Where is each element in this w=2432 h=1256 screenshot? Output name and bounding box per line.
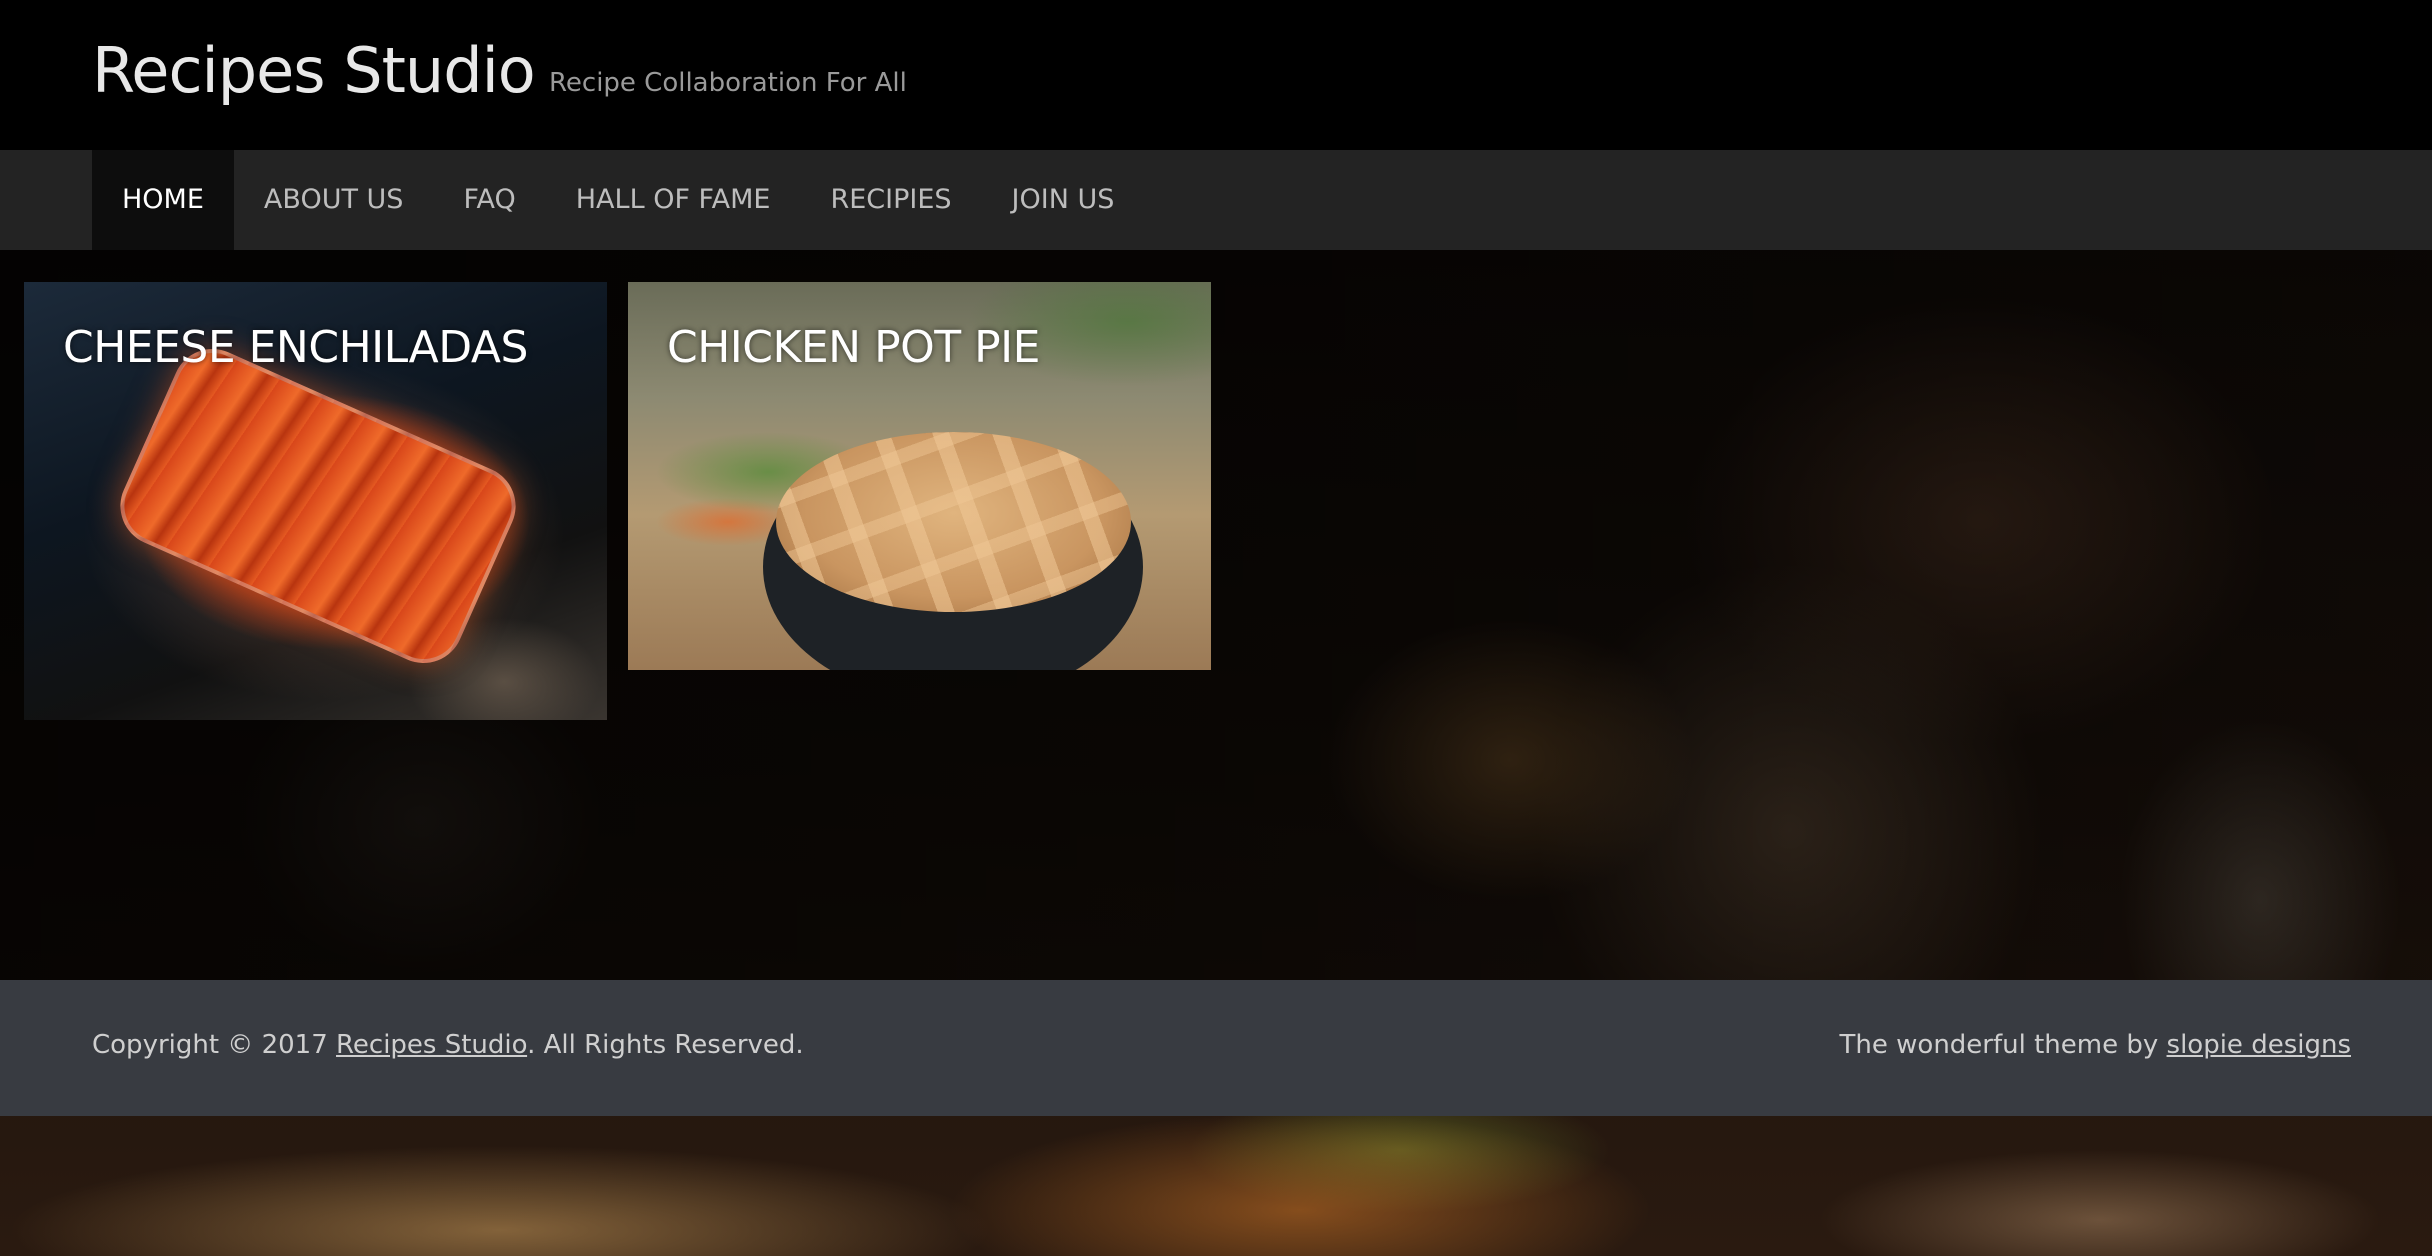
- nav-item-join-us[interactable]: JOIN US: [982, 150, 1145, 250]
- recipe-card-cheese-enchiladas[interactable]: CHEESE ENCHILADAS: [24, 282, 607, 720]
- nav-item-hall-of-fame[interactable]: HALL OF FAME: [546, 150, 801, 250]
- copyright-suffix: . All Rights Reserved.: [527, 1030, 804, 1060]
- footer-copyright: Copyright © 2017 Recipes Studio. All Rig…: [92, 1030, 804, 1060]
- nav-item-home[interactable]: HOME: [92, 150, 234, 250]
- footer-link-recipes-studio[interactable]: Recipes Studio: [336, 1030, 527, 1060]
- site-header: Recipes Studio Recipe Collaboration For …: [0, 0, 2432, 150]
- recipe-title[interactable]: CHICKEN POT PIE: [667, 322, 1040, 373]
- nav-item-recipies[interactable]: RECIPIES: [800, 150, 981, 250]
- recipe-title[interactable]: CHEESE ENCHILADAS: [63, 322, 528, 373]
- footer-theme-credit: The wonderful theme by slopie designs: [1840, 1030, 2351, 1060]
- footer-link-slopie-designs[interactable]: slopie designs: [2167, 1030, 2351, 1060]
- site-tagline: Recipe Collaboration For All: [549, 68, 907, 98]
- recipe-card-chicken-pot-pie[interactable]: CHICKEN POT PIE: [628, 282, 1211, 670]
- nav-list: HOME ABOUT US FAQ HALL OF FAME RECIPIES …: [92, 150, 1144, 250]
- nav-item-about-us[interactable]: ABOUT US: [234, 150, 434, 250]
- enchiladas-photo: [107, 336, 529, 676]
- main-nav: HOME ABOUT US FAQ HALL OF FAME RECIPIES …: [0, 150, 2432, 250]
- site-title[interactable]: Recipes Studio: [92, 34, 536, 107]
- nav-item-faq[interactable]: FAQ: [433, 150, 545, 250]
- copyright-prefix: Copyright © 2017: [92, 1030, 337, 1060]
- site-footer: Copyright © 2017 Recipes Studio. All Rig…: [0, 980, 2432, 1116]
- pot-pie-crust: [776, 432, 1131, 612]
- theme-prefix: The wonderful theme by: [1839, 1030, 2167, 1060]
